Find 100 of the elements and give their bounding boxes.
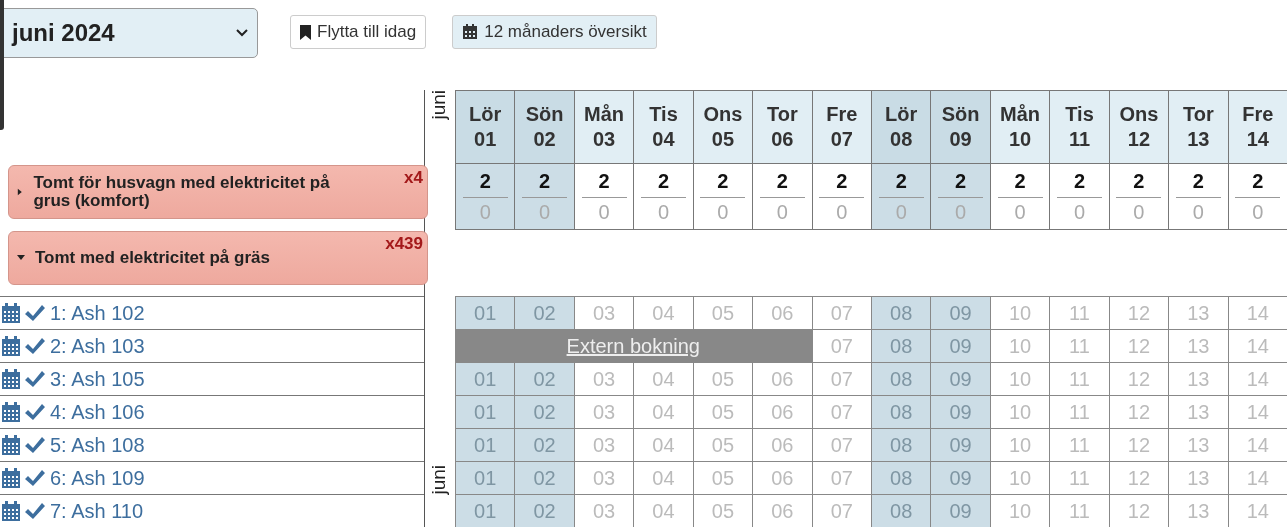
day-cell[interactable]: 08: [871, 461, 931, 494]
day-cell[interactable]: 09: [930, 296, 990, 329]
day-cell[interactable]: 10: [989, 461, 1050, 494]
calendar-icon[interactable]: [2, 468, 20, 488]
day-cell[interactable]: 03: [573, 494, 634, 527]
day-cell[interactable]: 01: [455, 428, 515, 461]
day-cell[interactable]: 02: [514, 461, 574, 494]
day-cell[interactable]: 06: [752, 362, 812, 395]
day-cell[interactable]: 05: [692, 296, 753, 329]
day-cell[interactable]: 14: [1227, 296, 1287, 329]
day-cell[interactable]: 11: [1049, 329, 1109, 362]
day-cell[interactable]: 01: [455, 395, 515, 428]
day-cell[interactable]: 07: [811, 329, 871, 362]
day-cell[interactable]: 08: [871, 428, 931, 461]
day-cell[interactable]: 12: [1108, 329, 1169, 362]
day-cell[interactable]: 10: [989, 395, 1050, 428]
day-cell[interactable]: 02: [514, 494, 574, 527]
day-cell[interactable]: 06: [752, 428, 812, 461]
day-cell[interactable]: 02: [514, 395, 574, 428]
day-cell[interactable]: 05: [692, 395, 753, 428]
unit-link[interactable]: 3: Ash 105: [50, 367, 145, 391]
day-cell[interactable]: 04: [633, 428, 693, 461]
day-cell[interactable]: 04: [633, 296, 693, 329]
day-cell[interactable]: 11: [1049, 296, 1109, 329]
day-cell[interactable]: 13: [1168, 428, 1228, 461]
day-cell[interactable]: 08: [871, 395, 931, 428]
day-cell[interactable]: 13: [1168, 362, 1228, 395]
day-cell[interactable]: 06: [752, 395, 812, 428]
day-cell[interactable]: 08: [871, 362, 931, 395]
day-cell[interactable]: 10: [989, 296, 1050, 329]
day-cell[interactable]: 13: [1168, 296, 1228, 329]
day-cell[interactable]: 11: [1049, 428, 1109, 461]
calendar-icon[interactable]: [2, 303, 20, 323]
day-cell[interactable]: 02: [514, 362, 574, 395]
day-cell[interactable]: 01: [455, 362, 515, 395]
day-cell[interactable]: 11: [1049, 362, 1109, 395]
day-cell[interactable]: 08: [871, 329, 931, 362]
day-cell[interactable]: 08: [871, 494, 931, 527]
day-cell[interactable]: 01: [455, 461, 515, 494]
day-cell[interactable]: 12: [1108, 428, 1169, 461]
unit-link[interactable]: 6: Ash 109: [50, 466, 145, 490]
unit-link[interactable]: 2: Ash 103: [50, 334, 145, 358]
calendar-icon[interactable]: [2, 336, 20, 356]
day-cell[interactable]: 14: [1227, 329, 1287, 362]
unit-link[interactable]: 5: Ash 108: [50, 433, 145, 457]
day-cell[interactable]: 04: [633, 362, 693, 395]
day-cell[interactable]: 14: [1227, 362, 1287, 395]
unit-link[interactable]: 4: Ash 106: [50, 400, 145, 424]
calendar-icon[interactable]: [2, 402, 20, 422]
day-cell[interactable]: 03: [573, 395, 634, 428]
day-cell[interactable]: 10: [989, 362, 1050, 395]
day-cell[interactable]: 14: [1227, 428, 1287, 461]
day-cell[interactable]: 04: [633, 461, 693, 494]
day-cell[interactable]: 14: [1227, 494, 1287, 527]
day-cell[interactable]: 12: [1108, 494, 1169, 527]
day-cell[interactable]: 03: [573, 362, 634, 395]
category-header[interactable]: Tomt med elektricitet på gräs x439: [8, 231, 428, 285]
day-cell[interactable]: 10: [989, 329, 1050, 362]
day-cell[interactable]: 13: [1168, 329, 1228, 362]
day-cell[interactable]: 07: [811, 494, 871, 527]
day-cell[interactable]: 07: [811, 395, 871, 428]
day-cell[interactable]: 01: [455, 494, 515, 527]
day-cell[interactable]: 04: [633, 494, 693, 527]
day-cell[interactable]: 07: [811, 296, 871, 329]
day-cell[interactable]: 04: [633, 395, 693, 428]
day-cell[interactable]: 06: [752, 296, 812, 329]
day-cell[interactable]: 03: [573, 428, 634, 461]
day-cell[interactable]: 07: [811, 461, 871, 494]
day-cell[interactable]: 07: [811, 362, 871, 395]
day-cell[interactable]: 02: [514, 428, 574, 461]
calendar-icon[interactable]: [2, 369, 20, 389]
unit-link[interactable]: 7: Ash 110: [50, 499, 144, 523]
day-cell[interactable]: 12: [1108, 395, 1169, 428]
day-cell[interactable]: 13: [1168, 395, 1228, 428]
day-cell[interactable]: 05: [692, 494, 753, 527]
day-cell[interactable]: 09: [930, 395, 990, 428]
day-cell[interactable]: 03: [573, 296, 634, 329]
category-header[interactable]: Tomt för husvagn med elektricitet på grus (komfort) x4: [8, 165, 428, 219]
day-cell[interactable]: 12: [1108, 461, 1169, 494]
overview-button[interactable]: 12 månaders översikt: [452, 15, 657, 49]
day-cell[interactable]: 05: [692, 461, 753, 494]
day-cell[interactable]: 05: [692, 428, 753, 461]
day-cell[interactable]: 10: [989, 494, 1050, 527]
day-cell[interactable]: 11: [1049, 395, 1109, 428]
day-cell[interactable]: 13: [1168, 494, 1228, 527]
calendar-icon[interactable]: [2, 501, 20, 521]
day-cell[interactable]: 13: [1168, 461, 1228, 494]
day-cell[interactable]: 12: [1108, 362, 1169, 395]
day-cell[interactable]: 09: [930, 329, 990, 362]
day-cell[interactable]: 06: [752, 461, 812, 494]
day-cell[interactable]: 01: [455, 296, 515, 329]
day-cell[interactable]: 06: [752, 494, 812, 527]
day-cell[interactable]: 14: [1227, 461, 1287, 494]
day-cell[interactable]: 09: [930, 428, 990, 461]
day-cell[interactable]: 05: [692, 362, 753, 395]
unit-link[interactable]: 1: Ash 102: [50, 301, 145, 325]
calendar-icon[interactable]: [2, 435, 20, 455]
today-button[interactable]: Flytta till idag: [290, 15, 427, 49]
day-cell[interactable]: 11: [1049, 494, 1109, 527]
day-cell[interactable]: 10: [989, 428, 1050, 461]
